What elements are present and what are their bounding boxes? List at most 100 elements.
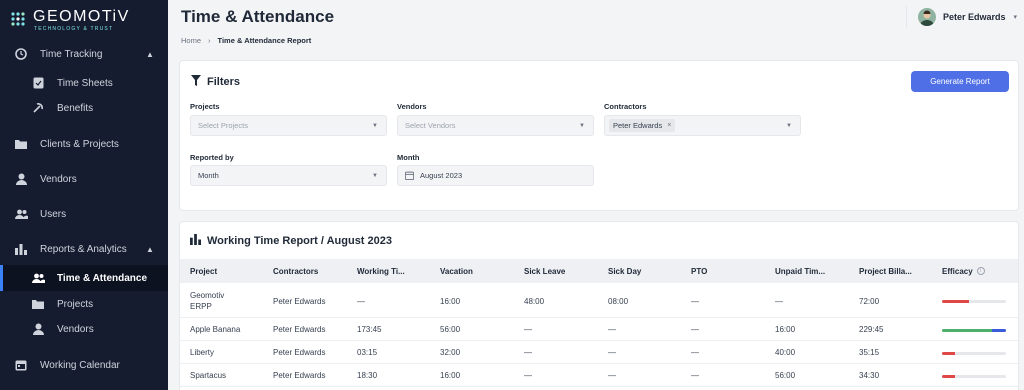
column-header-working-time[interactable]: Working Ti... [357,259,405,283]
sidebar-item-label: Working Calendar [40,359,120,371]
cell-sick-day: — [608,371,616,380]
generate-report-button[interactable]: Generate Report [911,71,1009,92]
column-header-contractors[interactable]: Contractors [273,259,318,283]
contractor-chip: Peter Edwards × [609,119,676,132]
vendors-select[interactable]: Select Vendors ▼ [397,115,594,136]
column-header-project[interactable]: Project [190,259,217,283]
cell-pto: — [691,325,699,334]
cell-working: 18:30 [357,371,378,380]
benefits-icon [31,101,45,115]
info-icon[interactable]: i [976,267,985,275]
column-header-sick-day[interactable]: Sick Day [608,259,641,283]
column-header-unpaid-time[interactable]: Unpaid Tim... [775,259,825,283]
avatar [918,8,936,26]
contractors-select[interactable]: Peter Edwards × ▼ [604,115,801,136]
sidebar-item-time-sheets[interactable]: Time Sheets [0,70,168,96]
reported-by-label: Reported by [190,153,234,162]
cell-vacation: 32:00 [440,348,461,357]
month-picker[interactable]: August 2023 [397,165,594,186]
cell-sick-leave: — [524,325,532,334]
table-row[interactable]: Apple Banana Peter Edwards 173:45 56:00 — — — 1… [180,318,1018,341]
sidebar-item-label: Projects [57,298,94,310]
sidebar-item-label: Vendors [57,323,94,335]
column-header-efficacy[interactable]: Efficacy i [942,259,985,283]
bar-chart-icon [190,234,201,248]
sidebar-item-clients-projects[interactable]: Clients & Projects [0,131,168,157]
table-row[interactable]: Geomotiv ERPP Peter Edwards — 16:00 48:00 08:… [180,284,1018,318]
filter-icon [191,75,201,89]
column-header-project-billable[interactable]: Project Billa... [859,259,912,283]
sidebar-item-reports-analytics[interactable]: Reports & Analytics ▲ [0,236,168,262]
projects-label: Projects [190,102,220,111]
breadcrumb-separator: › [208,36,211,45]
contractor-chip-label: Peter Edwards [613,121,663,130]
cell-vacation: 56:00 [440,325,461,334]
efficacy-bar [942,300,1006,303]
table-row[interactable]: Spartacus Peter Edwards 18:30 16:00 — — — 56:00… [180,364,1018,387]
sidebar-item-benefits[interactable]: Benefits [0,95,168,121]
cell-billable: 229:45 [859,325,884,334]
cell-project: Geomotiv ERPP [190,291,225,311]
cell-unpaid: 40:00 [775,348,796,357]
sidebar-item-label: Vendors [40,173,77,185]
cell-billable: 72:00 [859,296,880,306]
efficacy-bar [942,375,1006,378]
cell-contractor: Peter Edwards [273,348,326,357]
cell-working: 03:15 [357,348,378,357]
sidebar-item-label: Time & Attendance [57,272,148,284]
reported-by-select[interactable]: Month ▼ [190,165,387,186]
chevron-down-icon: ▾ [1013,14,1018,21]
user-menu[interactable]: Peter Edwards ▾ [910,4,1020,30]
sidebar-item-vendors[interactable]: Vendors [0,166,168,192]
table-header: Project Contractors Working Ti... Vacati… [180,259,1018,283]
breadcrumb-current: Time & Attendance Report [217,36,312,45]
breadcrumb-home[interactable]: Home [181,36,201,45]
filters-card: Filters Generate Report Projects Select … [179,60,1019,211]
report-header: Working Time Report / August 2023 [190,234,392,248]
filters-header: Filters [191,75,240,89]
efficacy-segment [942,300,969,303]
cell-billable: 34:30 [859,371,880,380]
efficacy-segment [942,375,955,378]
column-header-vacation[interactable]: Vacation [440,259,473,283]
efficacy-bar [942,352,1006,355]
sidebar-item-time-attendance[interactable]: Time & Attendance [0,265,168,291]
calendar-icon [14,358,28,372]
cell-sick-day: 08:00 [608,296,629,306]
sidebar-item-time-tracking[interactable]: Time Tracking ▲ [0,41,168,67]
cell-project: Spartacus [190,371,227,380]
month-label: Month [397,153,420,162]
folder-icon [14,137,28,151]
chevron-up-icon: ▲ [146,244,154,254]
efficacy-label: Efficacy [942,266,973,276]
brand-logo[interactable]: GEOMOTiV TECHNOLOGY & TRUST [10,8,130,32]
reported-by-value: Month [198,171,219,180]
bar-chart-icon [14,242,28,256]
contractors-label: Contractors [604,102,647,111]
cell-pto: — [691,371,699,380]
column-header-pto[interactable]: PTO [691,259,707,283]
cell-sick-day: — [608,348,616,357]
user-name: Peter Edwards [943,12,1006,22]
month-value: August 2023 [420,171,463,180]
user-icon [14,172,28,186]
report-card: Working Time Report / August 2023 Projec… [179,221,1019,390]
close-icon[interactable]: × [667,122,671,129]
folder-icon [31,297,45,311]
projects-placeholder: Select Projects [198,121,249,130]
page-title: Time & Attendance [181,7,335,26]
table-row[interactable]: Liberty Peter Edwards 03:15 32:00 — — — 40:00 35… [180,341,1018,364]
sidebar-item-working-calendar[interactable]: Working Calendar [0,352,168,378]
column-header-sick-leave[interactable]: Sick Leave [524,259,565,283]
cell-sick-leave: — [524,348,532,357]
cell-billable: 35:15 [859,348,880,357]
sidebar-item-vendors-report[interactable]: Vendors [0,316,168,342]
users-icon [31,271,45,285]
efficacy-segment [942,352,955,355]
projects-select[interactable]: Select Projects ▼ [190,115,387,136]
sidebar-item-users[interactable]: Users [0,201,168,227]
chevron-up-icon: ▲ [146,49,154,59]
header-divider [906,6,907,28]
cell-unpaid: — [775,296,783,306]
sidebar-item-projects[interactable]: Projects [0,291,168,317]
